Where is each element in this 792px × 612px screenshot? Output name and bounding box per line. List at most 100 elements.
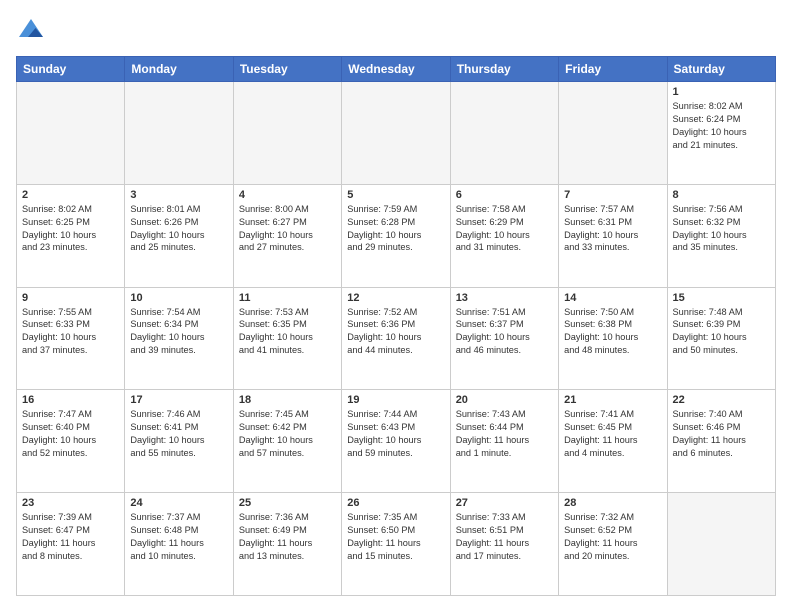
day-info: Sunrise: 7:44 AM Sunset: 6:43 PM Dayligh… <box>347 408 444 460</box>
day-info: Sunrise: 7:58 AM Sunset: 6:29 PM Dayligh… <box>456 203 553 255</box>
day-number: 1 <box>673 86 770 98</box>
calendar-cell: 27 Sunrise: 7:33 AM Sunset: 6:51 PM Dayli… <box>450 493 558 596</box>
calendar-cell: 23 Sunrise: 7:39 AM Sunset: 6:47 PM Dayli… <box>17 493 125 596</box>
calendar-cell: 12 Sunrise: 7:52 AM Sunset: 6:36 PM Dayli… <box>342 287 450 390</box>
day-number: 12 <box>347 292 444 304</box>
day-info: Sunrise: 7:45 AM Sunset: 6:42 PM Dayligh… <box>239 408 336 460</box>
calendar-cell: 7Sunrise: 7:57 AM Sunset: 6:31 PM Daylig… <box>559 184 667 287</box>
calendar-week-1: 2 Sunrise: 8:02 AM Sunset: 6:25 PM Daylig… <box>17 184 776 287</box>
calendar-cell: 11 Sunrise: 7:53 AM Sunset: 6:35 PM Dayli… <box>233 287 341 390</box>
day-info: Sunrise: 7:43 AM Sunset: 6:44 PM Dayligh… <box>456 408 553 460</box>
day-number: 9 <box>22 292 119 304</box>
day-number: 7 <box>564 189 661 201</box>
day-number: 17 <box>130 394 227 406</box>
calendar-cell: 10Sunrise: 7:54 AM Sunset: 6:34 PM Dayli… <box>125 287 233 390</box>
calendar-cell: 3 Sunrise: 8:01 AM Sunset: 6:26 PM Daylig… <box>125 184 233 287</box>
calendar-cell <box>450 82 558 185</box>
logo <box>16 16 50 46</box>
day-info: Sunrise: 8:02 AM Sunset: 6:24 PM Dayligh… <box>673 100 770 152</box>
day-info: Sunrise: 8:01 AM Sunset: 6:26 PM Dayligh… <box>130 203 227 255</box>
day-info: Sunrise: 7:54 AM Sunset: 6:34 PM Dayligh… <box>130 306 227 358</box>
day-number: 6 <box>456 189 553 201</box>
calendar-cell: 14 Sunrise: 7:50 AM Sunset: 6:38 PM Dayli… <box>559 287 667 390</box>
day-info: Sunrise: 7:40 AM Sunset: 6:46 PM Dayligh… <box>673 408 770 460</box>
calendar-cell: 25 Sunrise: 7:36 AM Sunset: 6:49 PM Dayli… <box>233 493 341 596</box>
calendar-cell: 1 Sunrise: 8:02 AM Sunset: 6:24 PM Daylig… <box>667 82 775 185</box>
calendar-cell: 9 Sunrise: 7:55 AM Sunset: 6:33 PM Daylig… <box>17 287 125 390</box>
day-info: Sunrise: 7:33 AM Sunset: 6:51 PM Dayligh… <box>456 511 553 563</box>
calendar-cell: 5 Sunrise: 7:59 AM Sunset: 6:28 PM Daylig… <box>342 184 450 287</box>
day-info: Sunrise: 7:36 AM Sunset: 6:49 PM Dayligh… <box>239 511 336 563</box>
calendar-cell: 21 Sunrise: 7:41 AM Sunset: 6:45 PM Dayli… <box>559 390 667 493</box>
calendar-week-2: 9 Sunrise: 7:55 AM Sunset: 6:33 PM Daylig… <box>17 287 776 390</box>
day-info: Sunrise: 7:32 AM Sunset: 6:52 PM Dayligh… <box>564 511 661 563</box>
day-info: Sunrise: 7:55 AM Sunset: 6:33 PM Dayligh… <box>22 306 119 358</box>
day-number: 16 <box>22 394 119 406</box>
day-number: 2 <box>22 189 119 201</box>
calendar-header-tuesday: Tuesday <box>233 57 341 82</box>
calendar-cell: 20 Sunrise: 7:43 AM Sunset: 6:44 PM Dayli… <box>450 390 558 493</box>
calendar-cell: 28 Sunrise: 7:32 AM Sunset: 6:52 PM Dayli… <box>559 493 667 596</box>
calendar-cell <box>559 82 667 185</box>
day-info: Sunrise: 7:46 AM Sunset: 6:41 PM Dayligh… <box>130 408 227 460</box>
calendar-cell: 8Sunrise: 7:56 AM Sunset: 6:32 PM Daylig… <box>667 184 775 287</box>
calendar-header-row: SundayMondayTuesdayWednesdayThursdayFrid… <box>17 57 776 82</box>
day-info: Sunrise: 7:56 AM Sunset: 6:32 PM Dayligh… <box>673 203 770 255</box>
day-info: Sunrise: 7:48 AM Sunset: 6:39 PM Dayligh… <box>673 306 770 358</box>
calendar-week-4: 23 Sunrise: 7:39 AM Sunset: 6:47 PM Dayli… <box>17 493 776 596</box>
day-info: Sunrise: 7:35 AM Sunset: 6:50 PM Dayligh… <box>347 511 444 563</box>
day-number: 5 <box>347 189 444 201</box>
calendar-cell <box>667 493 775 596</box>
day-number: 22 <box>673 394 770 406</box>
calendar-header-wednesday: Wednesday <box>342 57 450 82</box>
day-info: Sunrise: 8:02 AM Sunset: 6:25 PM Dayligh… <box>22 203 119 255</box>
calendar-cell <box>342 82 450 185</box>
calendar-header-monday: Monday <box>125 57 233 82</box>
day-number: 11 <box>239 292 336 304</box>
day-info: Sunrise: 7:51 AM Sunset: 6:37 PM Dayligh… <box>456 306 553 358</box>
calendar-cell: 22 Sunrise: 7:40 AM Sunset: 6:46 PM Dayli… <box>667 390 775 493</box>
calendar-cell: 17 Sunrise: 7:46 AM Sunset: 6:41 PM Dayli… <box>125 390 233 493</box>
calendar-cell: 24 Sunrise: 7:37 AM Sunset: 6:48 PM Dayli… <box>125 493 233 596</box>
day-number: 4 <box>239 189 336 201</box>
day-number: 23 <box>22 497 119 509</box>
calendar-header-saturday: Saturday <box>667 57 775 82</box>
day-info: Sunrise: 7:39 AM Sunset: 6:47 PM Dayligh… <box>22 511 119 563</box>
day-number: 21 <box>564 394 661 406</box>
day-info: Sunrise: 7:53 AM Sunset: 6:35 PM Dayligh… <box>239 306 336 358</box>
day-number: 25 <box>239 497 336 509</box>
day-info: Sunrise: 7:41 AM Sunset: 6:45 PM Dayligh… <box>564 408 661 460</box>
day-number: 19 <box>347 394 444 406</box>
calendar-cell <box>125 82 233 185</box>
day-info: Sunrise: 7:50 AM Sunset: 6:38 PM Dayligh… <box>564 306 661 358</box>
day-info: Sunrise: 8:00 AM Sunset: 6:27 PM Dayligh… <box>239 203 336 255</box>
page: SundayMondayTuesdayWednesdayThursdayFrid… <box>0 0 792 612</box>
calendar-cell: 16 Sunrise: 7:47 AM Sunset: 6:40 PM Dayli… <box>17 390 125 493</box>
calendar-cell <box>17 82 125 185</box>
calendar-week-0: 1 Sunrise: 8:02 AM Sunset: 6:24 PM Daylig… <box>17 82 776 185</box>
day-number: 28 <box>564 497 661 509</box>
day-info: Sunrise: 7:59 AM Sunset: 6:28 PM Dayligh… <box>347 203 444 255</box>
day-info: Sunrise: 7:52 AM Sunset: 6:36 PM Dayligh… <box>347 306 444 358</box>
logo-icon <box>16 16 46 46</box>
day-number: 14 <box>564 292 661 304</box>
day-number: 15 <box>673 292 770 304</box>
day-info: Sunrise: 7:47 AM Sunset: 6:40 PM Dayligh… <box>22 408 119 460</box>
day-number: 3 <box>130 189 227 201</box>
header <box>16 16 776 46</box>
day-info: Sunrise: 7:37 AM Sunset: 6:48 PM Dayligh… <box>130 511 227 563</box>
calendar-cell: 2 Sunrise: 8:02 AM Sunset: 6:25 PM Daylig… <box>17 184 125 287</box>
day-number: 27 <box>456 497 553 509</box>
calendar-cell: 19 Sunrise: 7:44 AM Sunset: 6:43 PM Dayli… <box>342 390 450 493</box>
calendar-cell: 13 Sunrise: 7:51 AM Sunset: 6:37 PM Dayli… <box>450 287 558 390</box>
calendar-cell: 26Sunrise: 7:35 AM Sunset: 6:50 PM Dayli… <box>342 493 450 596</box>
day-number: 20 <box>456 394 553 406</box>
calendar-cell: 6 Sunrise: 7:58 AM Sunset: 6:29 PM Daylig… <box>450 184 558 287</box>
calendar-header-thursday: Thursday <box>450 57 558 82</box>
calendar-cell: 15 Sunrise: 7:48 AM Sunset: 6:39 PM Dayli… <box>667 287 775 390</box>
calendar-week-3: 16 Sunrise: 7:47 AM Sunset: 6:40 PM Dayli… <box>17 390 776 493</box>
calendar-header-sunday: Sunday <box>17 57 125 82</box>
day-number: 18 <box>239 394 336 406</box>
day-number: 13 <box>456 292 553 304</box>
day-number: 24 <box>130 497 227 509</box>
